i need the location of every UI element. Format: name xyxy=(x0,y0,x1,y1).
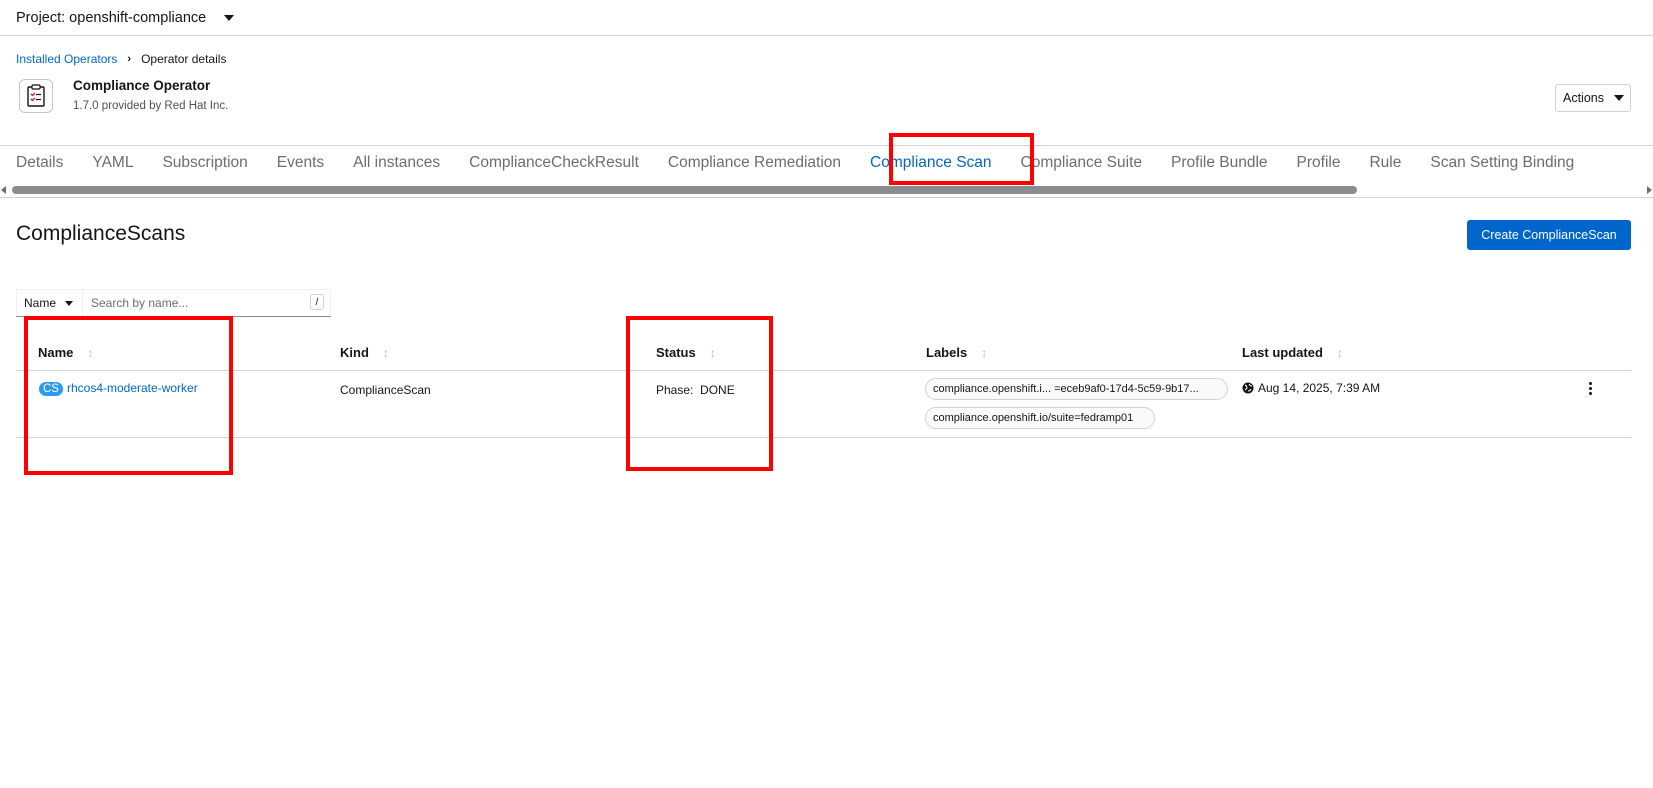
project-label: Project: openshift-compliance xyxy=(16,9,207,26)
tab-compliancecheckresult[interactable]: ComplianceCheckResult xyxy=(469,154,639,172)
header-label: Kind xyxy=(340,345,369,360)
caret-down-icon xyxy=(224,14,235,21)
sort-icon: ↕ xyxy=(981,345,988,360)
last-updated-value: Aug 14, 2025, 7:39 AM xyxy=(1258,381,1381,395)
label-chip[interactable]: compliance.openshift.io/suite=fedramp01 xyxy=(925,407,1155,429)
search-input[interactable]: Search by name... / xyxy=(83,289,331,316)
column-header-labels[interactable]: Labels ↕ xyxy=(926,345,987,360)
shortcut-key: / xyxy=(310,294,324,310)
column-header-last-updated[interactable]: Last updated ↕ xyxy=(1242,345,1343,360)
caret-down-icon xyxy=(1614,95,1624,101)
operator-tabs: Details YAML Subscription Events All instanc… xyxy=(0,145,1653,198)
search-placeholder: Search by name... xyxy=(91,296,189,310)
operator-document-icon xyxy=(19,79,53,113)
filter-type-value: Name xyxy=(24,296,57,310)
sort-icon: ↕ xyxy=(382,345,389,360)
tab-compliance-remediation[interactable]: Compliance Remediation xyxy=(668,154,841,172)
actions-label: Actions xyxy=(1563,91,1604,105)
filter-type-select[interactable]: Name xyxy=(16,289,83,316)
label-chip[interactable]: compliance.openshift.i... =eceb9af0-17d4… xyxy=(925,378,1228,400)
table-divider xyxy=(16,437,1631,438)
breadcrumb-current: Operator details xyxy=(141,52,227,66)
table-divider xyxy=(16,370,1631,371)
actions-dropdown[interactable]: Actions xyxy=(1555,84,1631,112)
tab-compliance-suite[interactable]: Compliance Suite xyxy=(1021,154,1142,172)
chevron-right-icon: › xyxy=(127,53,132,65)
operator-subtitle: 1.7.0 provided by Red Hat Inc. xyxy=(73,100,229,112)
last-updated-cell: Aug 14, 2025, 7:39 AM xyxy=(1242,381,1380,395)
kind-cell: ComplianceScan xyxy=(340,383,431,397)
breadcrumb-installed-operators[interactable]: Installed Operators xyxy=(16,52,117,66)
breadcrumb: Installed Operators › Operator details xyxy=(16,52,226,66)
sort-icon: ↕ xyxy=(1336,345,1343,360)
scrollbar-thumb[interactable] xyxy=(12,186,1357,194)
tab-rule[interactable]: Rule xyxy=(1369,154,1401,172)
caret-down-icon xyxy=(65,300,74,306)
header-label: Labels xyxy=(926,345,968,360)
scroll-left-icon[interactable] xyxy=(1,186,6,194)
highlight-box-tab xyxy=(889,133,1034,185)
page-title: ComplianceScans xyxy=(16,222,186,245)
filter-toolbar: Name Search by name... / xyxy=(16,289,331,317)
tab-scan-setting-binding[interactable]: Scan Setting Binding xyxy=(1430,154,1574,172)
tab-details[interactable]: Details xyxy=(16,154,63,172)
globe-icon xyxy=(1242,382,1254,394)
highlight-box-status-column xyxy=(626,316,773,471)
project-selector[interactable]: Project: openshift-compliance xyxy=(0,0,1653,36)
tab-subscription[interactable]: Subscription xyxy=(162,154,247,172)
highlight-box-name-column xyxy=(24,316,233,475)
scroll-right-icon[interactable] xyxy=(1647,186,1652,194)
header-label: Last updated xyxy=(1242,345,1323,360)
tabs-scrollbar[interactable] xyxy=(0,184,1653,194)
tab-profile-bundle[interactable]: Profile Bundle xyxy=(1171,154,1268,172)
operator-name: Compliance Operator xyxy=(73,78,211,93)
tab-events[interactable]: Events xyxy=(277,154,324,172)
create-compliancescan-button[interactable]: Create ComplianceScan xyxy=(1467,220,1631,250)
tab-profile[interactable]: Profile xyxy=(1297,154,1341,172)
kebab-icon[interactable] xyxy=(1587,382,1593,397)
tab-yaml[interactable]: YAML xyxy=(92,154,133,172)
tab-all-instances[interactable]: All instances xyxy=(353,154,440,172)
tab-strip: Details YAML Subscription Events All instanc… xyxy=(16,154,1603,172)
column-header-kind[interactable]: Kind ↕ xyxy=(340,345,389,360)
